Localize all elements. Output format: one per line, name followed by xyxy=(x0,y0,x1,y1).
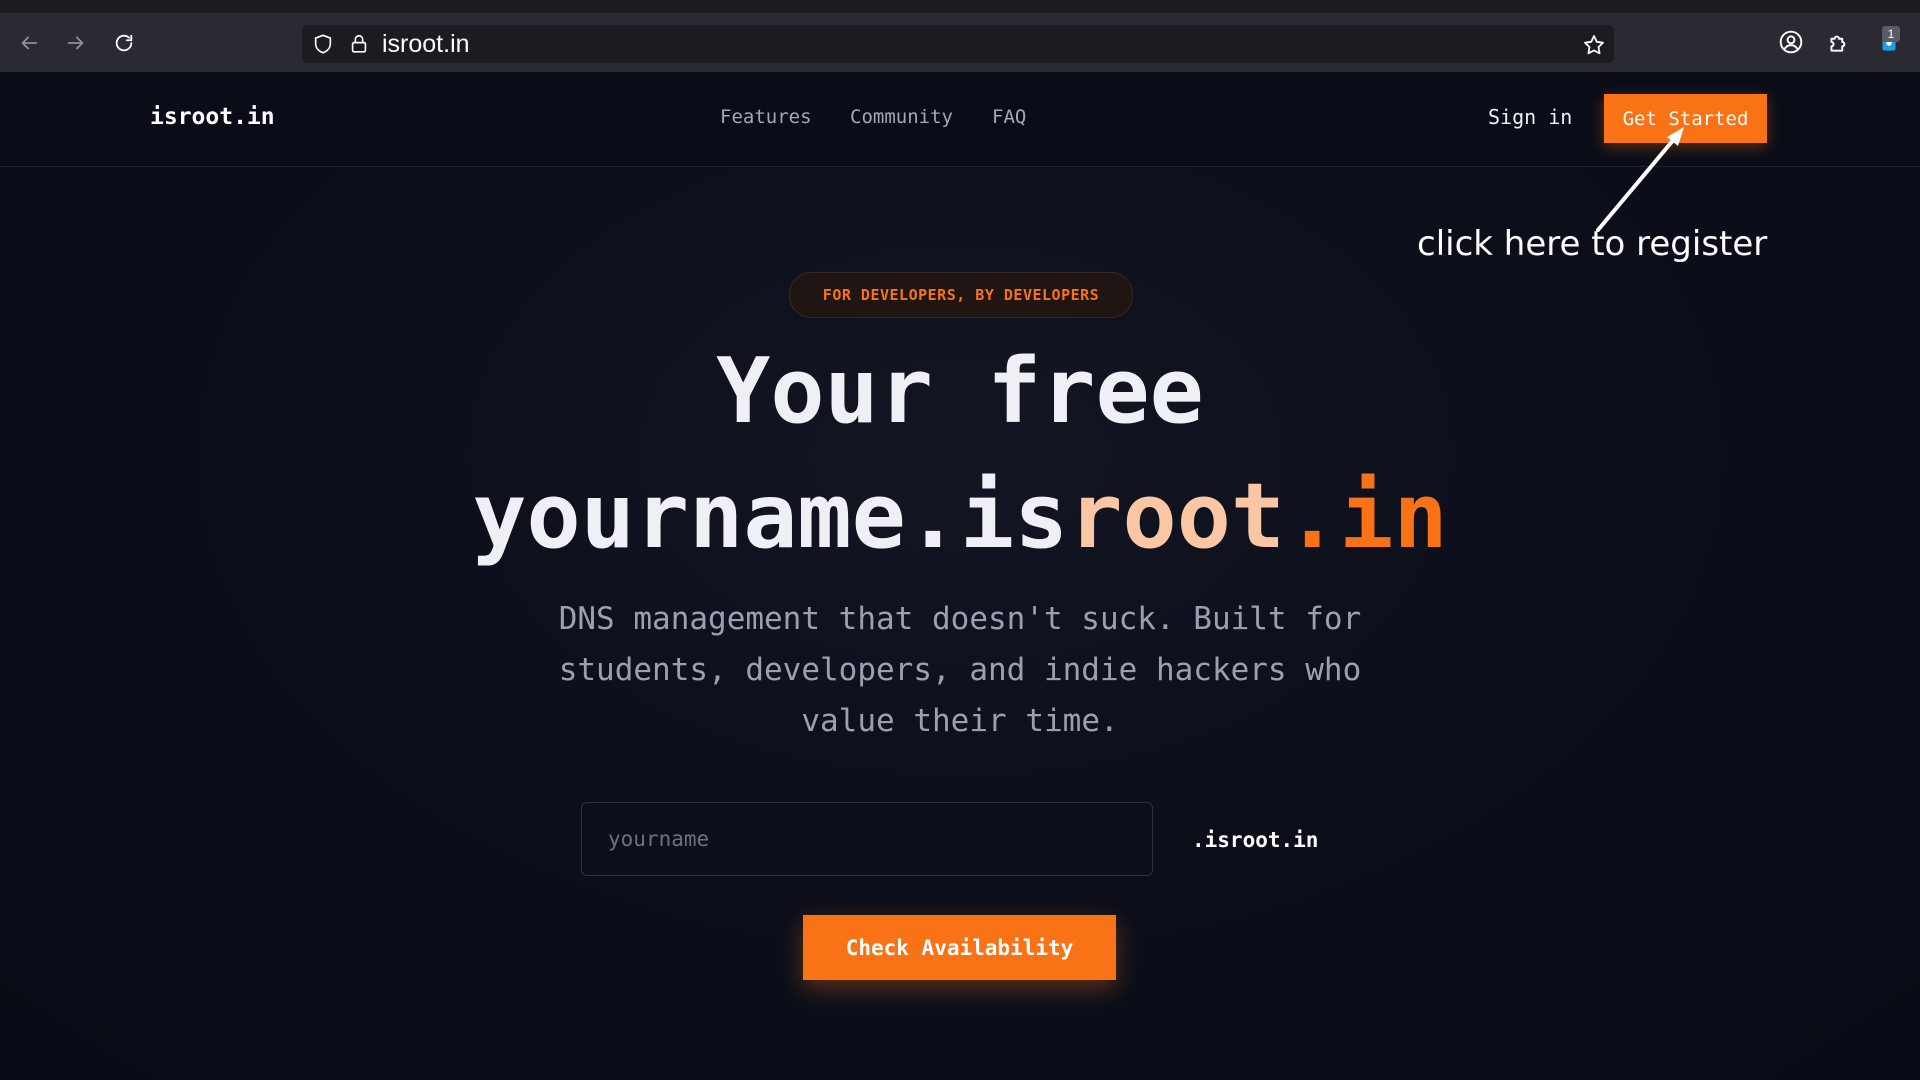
domain-suffix: .isroot.in xyxy=(1192,828,1319,852)
browser-toolbar: isroot.in 1 xyxy=(0,13,1920,73)
subdomain-input[interactable] xyxy=(581,802,1153,876)
bookmark-star-icon[interactable] xyxy=(1582,33,1606,57)
shield-icon[interactable] xyxy=(312,33,334,55)
extension-badge: 1 xyxy=(1882,26,1900,42)
site-logo[interactable]: isroot.in xyxy=(150,104,275,130)
web-page: isroot.in Features Community FAQ Sign in… xyxy=(0,72,1920,1080)
developer-badge: FOR DEVELOPERS, BY DEVELOPERS xyxy=(789,272,1133,318)
url-bar[interactable]: isroot.in xyxy=(302,25,1614,63)
annotation-arrow-icon xyxy=(1596,127,1684,232)
window-top-strip xyxy=(0,0,1920,13)
hero-subtitle: DNS management that doesn't suck. Built … xyxy=(558,601,1362,739)
nav-link-community[interactable]: Community xyxy=(850,106,953,128)
lock-icon[interactable] xyxy=(348,33,370,55)
nav-link-features[interactable]: Features xyxy=(720,106,812,128)
reload-icon[interactable] xyxy=(107,26,141,60)
hero-domain-root: root xyxy=(1068,464,1286,569)
screen: isroot.in 1 isroot.in Features Community… xyxy=(0,0,1920,1080)
account-icon[interactable] xyxy=(1776,27,1806,57)
nav-link-faq[interactable]: FAQ xyxy=(992,106,1026,128)
hero-domain-tld: .in xyxy=(1285,464,1448,569)
hero-domain-prefix: yourname.is xyxy=(472,464,1069,569)
extensions-icon[interactable] xyxy=(1824,27,1854,57)
hero-title-line2: yourname.isroot.in xyxy=(0,462,1920,572)
annotation-text: click here to register xyxy=(1417,224,1768,264)
forward-arrow-icon[interactable] xyxy=(59,26,93,60)
url-text[interactable]: isroot.in xyxy=(382,31,470,57)
back-arrow-icon[interactable] xyxy=(12,26,46,60)
sign-in-link[interactable]: Sign in xyxy=(1488,105,1572,129)
check-availability-button[interactable]: Check Availability xyxy=(803,915,1116,980)
hero-title-line1: Your free xyxy=(716,339,1204,444)
